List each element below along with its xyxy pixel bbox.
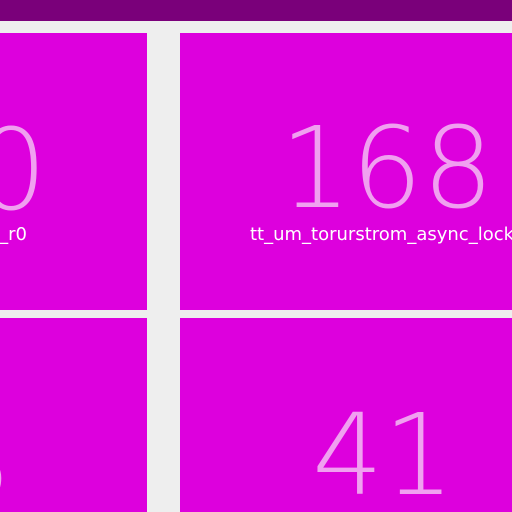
stat-value: 41 [312, 391, 455, 512]
stat-tile[interactable]: 3 [0, 318, 147, 512]
stat-value: 0 [0, 106, 47, 236]
top-app-bar [0, 0, 512, 21]
stat-value: 168 [280, 104, 494, 234]
stat-tile[interactable]: 168 tt_um_torurstrom_async_lock [180, 33, 512, 310]
stat-tile[interactable]: 0 _r0 [0, 33, 147, 310]
stat-tile[interactable]: 41 [180, 318, 512, 512]
stat-value: 3 [0, 408, 13, 512]
stat-label: _r0 [0, 224, 27, 245]
stat-label: tt_um_torurstrom_async_lock [250, 224, 512, 245]
